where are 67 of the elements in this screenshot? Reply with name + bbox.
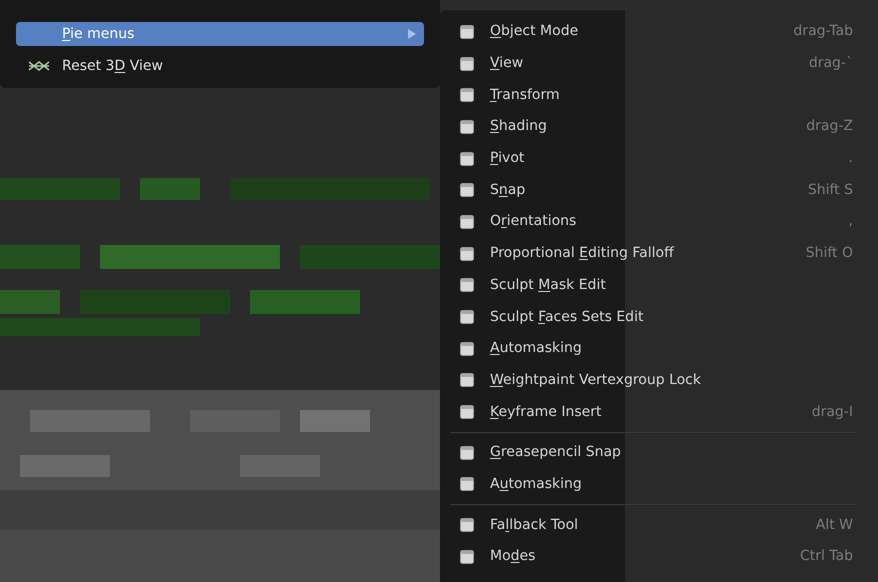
menu-icon — [460, 214, 474, 229]
submenu-arrow-icon — [408, 29, 416, 39]
shortcut-text: , — [848, 212, 853, 232]
menu-icon — [460, 405, 474, 420]
submenu-item[interactable]: Orientations , — [450, 206, 856, 238]
menu-icon — [460, 550, 474, 564]
shortcut-text: drag-Tab — [793, 22, 853, 42]
menu-icon — [460, 88, 474, 102]
shortcut-text: Alt W — [816, 516, 853, 535]
menu-icon — [460, 56, 474, 71]
submenu-item-label: Object Mode — [490, 22, 580, 42]
menu-item[interactable]: Pie menus — [16, 22, 424, 46]
menu-icon — [460, 518, 474, 532]
submenu-item-label: Automasking — [490, 339, 583, 358]
menu-item-label: Pie menus — [62, 24, 136, 44]
submenu-item[interactable]: Modes Ctrl Tab — [450, 541, 856, 573]
menu-icon — [460, 120, 474, 134]
shortcut-text: . — [848, 149, 853, 168]
menu-icon — [460, 477, 474, 492]
submenu-item[interactable]: Object Mode drag-Tab — [450, 16, 856, 48]
submenu-item-label: Weightpaint Vertexgroup Lock — [490, 370, 702, 390]
submenu-item-label: Sculpt Mask Edit — [490, 276, 607, 295]
menu-icon — [460, 446, 474, 460]
menu-icon — [460, 278, 474, 292]
submenu-item-label: Snap — [490, 180, 526, 200]
submenu-item[interactable]: Sculpt Mask Edit — [450, 270, 856, 302]
submenu-item-label: Keyframe Insert — [490, 402, 603, 422]
grid-icon — [28, 60, 50, 72]
submenu-item-label: Fallback Tool — [490, 516, 580, 535]
menu-icon — [460, 342, 474, 356]
shortcut-text: drag-` — [808, 54, 853, 74]
submenu-item-label: View — [490, 54, 524, 74]
menu-icon — [460, 246, 474, 261]
submenu-item-label: Pivot — [490, 149, 526, 168]
menu-item[interactable]: Reset 3D View — [16, 54, 424, 78]
submenu-item-label: Greasepencil Snap — [490, 443, 622, 462]
menu-icon — [460, 183, 474, 198]
shortcut-text: drag-I — [812, 402, 853, 422]
shortcut-text: Ctrl Tab — [800, 547, 853, 566]
submenu-item[interactable]: Keyframe Insert drag-I — [450, 396, 856, 428]
submenu-item[interactable]: Snap Shift S — [450, 174, 856, 206]
submenu-item-label: Transform — [490, 86, 561, 105]
submenu-item[interactable]: Shading drag-Z — [450, 111, 856, 143]
submenu-item[interactable]: Pivot . — [450, 142, 856, 174]
submenu-item-label: Proportional Editing Falloff — [490, 244, 675, 264]
shortcut-text: Shift S — [808, 180, 853, 200]
submenu-item[interactable]: Greasepencil Snap — [450, 436, 856, 469]
submenu-item[interactable]: Sculpt Faces Sets Edit — [450, 301, 856, 333]
submenu-item-label: Shading — [490, 117, 548, 136]
menu-icon — [460, 310, 474, 324]
submenu-item-label: Sculpt Faces Sets Edit — [490, 308, 644, 327]
submenu-item-label: Automasking — [490, 474, 583, 494]
submenu-item[interactable]: Transform — [450, 79, 856, 112]
menu-item-label: Reset 3D View — [62, 56, 164, 76]
submenu-item-label: Orientations — [490, 212, 578, 232]
submenu-item[interactable]: Proportional Editing Falloff Shift O — [450, 238, 856, 270]
submenu-item[interactable]: Automasking — [450, 468, 856, 500]
submenu-item-label: Modes — [490, 547, 536, 566]
submenu-item[interactable]: Fallback Tool Alt W — [450, 509, 856, 541]
shortcut-text: drag-Z — [806, 117, 853, 136]
menu-icon — [460, 152, 474, 166]
submenu-item[interactable]: Automasking — [450, 332, 856, 365]
submenu-item[interactable]: Weightpaint Vertexgroup Lock — [450, 364, 856, 396]
menu-icon — [460, 24, 474, 39]
shortcut-text: Shift O — [806, 244, 853, 264]
menu-icon — [460, 373, 474, 388]
submenu-item[interactable]: View drag-` — [450, 48, 856, 80]
